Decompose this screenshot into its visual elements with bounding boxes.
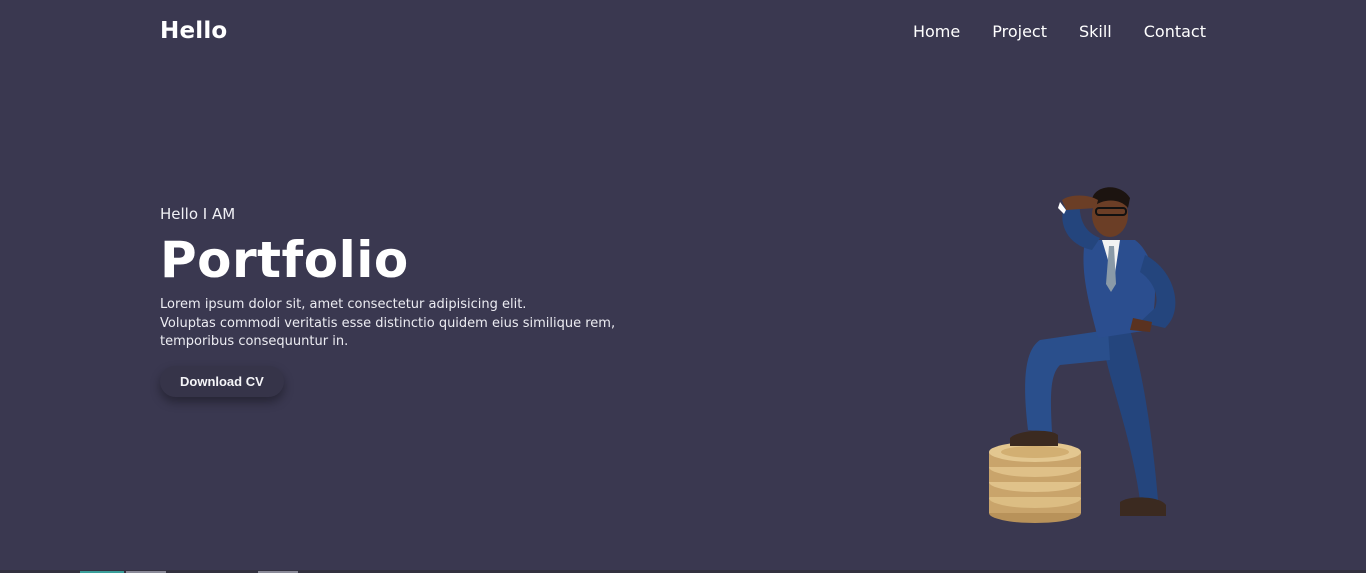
- site-logo[interactable]: Hello: [160, 18, 227, 44]
- hero-description-line: Voluptas commodi veritatis esse distinct…: [160, 315, 616, 331]
- nav-contact[interactable]: Contact: [1144, 22, 1206, 41]
- main-nav: Home Project Skill Contact: [913, 22, 1206, 41]
- hero-description: Lorem ipsum dolor sit, amet consectetur …: [160, 296, 620, 352]
- businessman-on-coins-icon: [980, 180, 1200, 530]
- hero-title: Portfolio: [160, 231, 409, 289]
- hero-description-line: temporibus consequuntur in.: [160, 334, 349, 349]
- nav-project[interactable]: Project: [992, 22, 1047, 41]
- nav-home[interactable]: Home: [913, 22, 960, 41]
- coin-stack: [989, 442, 1081, 523]
- nav-skill[interactable]: Skill: [1079, 22, 1112, 41]
- download-cv-button[interactable]: Download CV: [160, 365, 284, 397]
- hero-greeting: Hello I AM: [160, 205, 236, 223]
- hero-description-line: Lorem ipsum dolor sit, amet consectetur …: [160, 297, 527, 312]
- hero-section: Hello I AM Portfolio Lorem ipsum dolor s…: [160, 205, 620, 397]
